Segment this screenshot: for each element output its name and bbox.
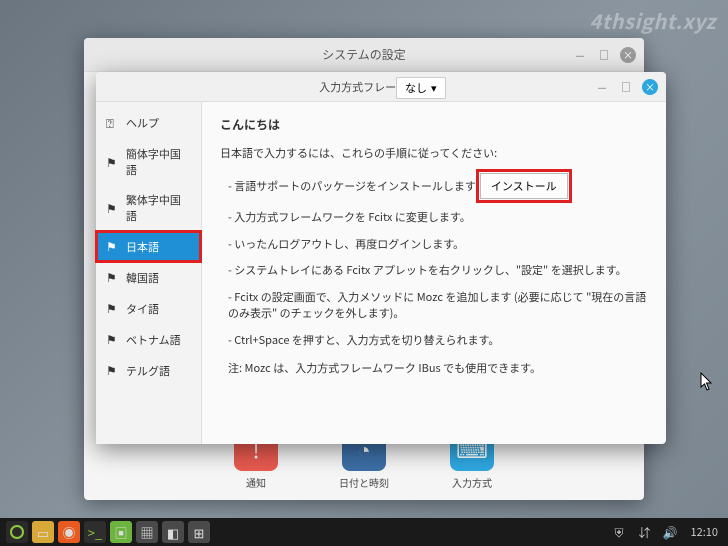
chevron-down-icon: ▾ — [431, 80, 437, 96]
step-ctrl-space: - Ctrl+Space を押すと、入力方式を切り替えられます。 — [228, 332, 648, 349]
parent-maximize-button[interactable]: □ — [596, 47, 612, 63]
sidebar-item-label: 日本語 — [126, 239, 159, 255]
taskbar-left: ▭ ◉ >_ ▣ ▦ ◧ ⊞ — [6, 521, 210, 543]
sidebar-item-label: ベトナム語 — [126, 332, 181, 348]
child-window-controls: — □ × — [594, 79, 658, 95]
taskbar-firefox-icon[interactable]: ◉ — [58, 521, 80, 543]
framework-dropdown[interactable]: なし ▾ — [396, 77, 446, 99]
child-body: ⍰ ヘルプ ⚑ 簡体字中国語 ⚑ 繁体字中国語 ⚑ 日本語 ⚑ 韓国語 ⚑ タイ… — [96, 102, 666, 444]
steps-list: - 言語サポートのパッケージをインストールします インストール - 入力方式フレ… — [228, 173, 648, 348]
step-install: - 言語サポートのパッケージをインストールします インストール — [228, 173, 648, 199]
system-tray: ⛨ ⇵ 🔊 12:10 — [615, 524, 722, 541]
clock-text[interactable]: 12:10 — [691, 524, 718, 540]
taskbar: ▭ ◉ >_ ▣ ▦ ◧ ⊞ ⛨ ⇵ 🔊 12:10 — [0, 518, 728, 546]
flag-icon: ⚑ — [106, 300, 120, 317]
taskbar-app4-icon[interactable]: ⊞ — [188, 521, 210, 543]
flag-icon: ⚑ — [106, 154, 120, 171]
sidebar-item-te[interactable]: ⚑ テルグ語 — [96, 355, 201, 386]
taskbar-app2-icon[interactable]: ▦ — [136, 521, 158, 543]
mouse-cursor-icon — [700, 372, 714, 392]
parent-titlebar: システムの設定 — □ × — [84, 38, 644, 72]
sidebar-item-label: テルグ語 — [126, 363, 170, 379]
step-change-framework: - 入力方式フレームワークを Fcitx に変更します。 — [228, 209, 648, 226]
flag-icon: ⚑ — [106, 238, 120, 255]
sidebar-item-label: 繁体字中国語 — [126, 192, 191, 224]
taskbar-app3-icon[interactable]: ◧ — [162, 521, 184, 543]
sidebar-item-ko[interactable]: ⚑ 韓国語 — [96, 262, 201, 293]
sidebar-item-label: 韓国語 — [126, 270, 159, 286]
sidebar-item-ja[interactable]: ⚑ 日本語 — [96, 231, 201, 262]
step-text: - 言語サポートのパッケージをインストールします — [228, 178, 476, 195]
language-sidebar: ⍰ ヘルプ ⚑ 簡体字中国語 ⚑ 繁体字中国語 ⚑ 日本語 ⚑ 韓国語 ⚑ タイ… — [96, 102, 202, 444]
child-maximize-button[interactable]: □ — [618, 79, 634, 95]
sidebar-item-zh-cn[interactable]: ⚑ 簡体字中国語 — [96, 139, 201, 185]
sidebar-item-label: タイ語 — [126, 301, 159, 317]
taskbar-files-icon[interactable]: ▭ — [32, 521, 54, 543]
sidebar-item-th[interactable]: ⚑ タイ語 — [96, 293, 201, 324]
install-button[interactable]: インストール — [480, 173, 568, 199]
sidebar-item-zh-tw[interactable]: ⚑ 繁体字中国語 — [96, 185, 201, 231]
parent-window-controls: — □ × — [572, 47, 636, 63]
flag-icon: ⚑ — [106, 200, 120, 217]
launcher-label: 日付と時刻 — [339, 475, 389, 490]
help-icon: ⍰ — [106, 113, 120, 132]
sidebar-item-vi[interactable]: ⚑ ベトナム語 — [96, 324, 201, 355]
parent-title: システムの設定 — [322, 46, 406, 63]
parent-minimize-button[interactable]: — — [572, 47, 588, 63]
content-pane: こんにちは 日本語で入力するには、これらの手順に従ってください: - 言語サポー… — [202, 102, 666, 444]
content-heading: こんにちは — [220, 116, 648, 133]
sidebar-item-label: ヘルプ — [126, 115, 159, 131]
flag-icon: ⚑ — [106, 331, 120, 348]
launcher-label: 通知 — [246, 475, 266, 490]
launcher-label: 入力方式 — [452, 475, 492, 490]
content-note: 注: Mozc は、入力方式フレームワーク IBus でも使用できます。 — [228, 360, 648, 376]
child-titlebar: 入力方式フレームワーク: なし ▾ — □ × — [96, 72, 666, 102]
framework-label: 入力方式フレームワーク: — [96, 79, 666, 95]
parent-close-button[interactable]: × — [620, 47, 636, 63]
watermark-text: 4thsight.xyz — [589, 6, 716, 35]
step-logout: - いったんログアウトし、再度ログインします。 — [228, 236, 648, 253]
dropdown-value: なし — [405, 80, 427, 96]
step-tray-config: - システムトレイにある Fcitx アプレットを右クリックし、"設定" を選択… — [228, 262, 648, 279]
step-add-mozc: - Fcitx の設定画面で、入力メソッドに Mozc を追加します (必要に応… — [228, 289, 648, 322]
flag-icon: ⚑ — [106, 362, 120, 379]
sidebar-item-label: 簡体字中国語 — [126, 146, 191, 178]
taskbar-app1-icon[interactable]: ▣ — [110, 521, 132, 543]
input-method-window: 入力方式フレームワーク: なし ▾ — □ × ⍰ ヘルプ ⚑ 簡体字中国語 ⚑… — [96, 72, 666, 444]
network-icon[interactable]: ⇵ — [639, 524, 653, 541]
taskbar-terminal-icon[interactable]: >_ — [84, 521, 106, 543]
child-minimize-button[interactable]: — — [594, 79, 610, 95]
start-menu-button[interactable] — [6, 521, 28, 543]
sidebar-item-help[interactable]: ⍰ ヘルプ — [96, 106, 201, 139]
volume-icon[interactable]: 🔊 — [663, 524, 677, 541]
child-close-button[interactable]: × — [642, 79, 658, 95]
content-intro: 日本語で入力するには、これらの手順に従ってください: — [220, 145, 648, 161]
flag-icon: ⚑ — [106, 269, 120, 286]
shield-icon[interactable]: ⛨ — [615, 524, 629, 541]
